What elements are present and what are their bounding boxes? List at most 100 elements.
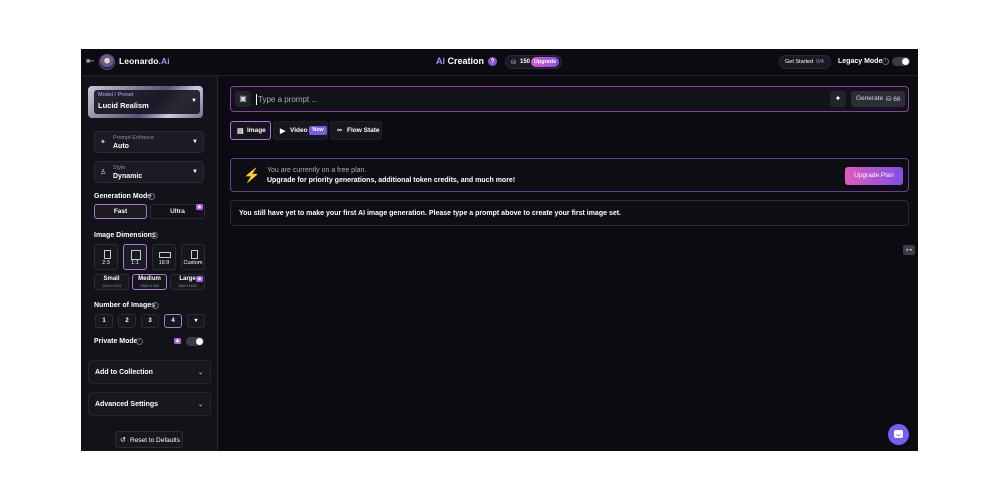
- private-mode-label: Private Mode: [94, 338, 138, 345]
- ratio-custom-button[interactable]: Custom: [181, 244, 205, 270]
- num-images-1[interactable]: 1: [95, 314, 113, 328]
- help-icon[interactable]: ?: [488, 57, 497, 66]
- tab-label: Flow State: [347, 127, 380, 134]
- image-upload-icon[interactable]: ▣: [235, 91, 251, 107]
- reset-icon: ↺: [120, 437, 126, 444]
- brand-logo[interactable]: Leonardo.Ai: [119, 56, 170, 66]
- info-icon[interactable]: i: [151, 232, 158, 239]
- support-chat-button[interactable]: [888, 424, 909, 445]
- reset-to-defaults-button[interactable]: ↺ Reset to Defaults: [115, 431, 183, 448]
- chevron-down-icon: ⌄: [197, 370, 203, 376]
- add-to-collection-label: Add to Collection: [95, 369, 153, 376]
- prompt-enhance-value: Auto: [113, 143, 129, 150]
- info-icon[interactable]: i: [882, 58, 889, 65]
- premium-gem-icon: ◆: [196, 204, 203, 210]
- empty-state-message: You still have yet to make your first AI…: [230, 200, 909, 226]
- upgrade-benefits: Upgrade for priority generations, additi…: [267, 177, 516, 184]
- style-select[interactable]: ♙ Style Dynamic ▼: [94, 161, 204, 183]
- chevron-down-icon: ▼: [192, 139, 198, 145]
- generation-mode-fast[interactable]: Fast: [94, 204, 147, 219]
- toggle-knob: [902, 58, 909, 65]
- brand-suffix: .Ai: [158, 56, 170, 66]
- ratio-16-9-button[interactable]: 16:9: [152, 244, 176, 270]
- private-mode-toggle[interactable]: [186, 337, 204, 346]
- size-dims: 1640×1640: [177, 284, 198, 288]
- prompt-enhance-label: Prompt Enhance: [113, 135, 154, 141]
- add-to-collection-accordion[interactable]: Add to Collection ⌄: [88, 360, 211, 384]
- video-icon: ▶: [280, 128, 286, 135]
- ratio-label: 1:1: [131, 260, 139, 266]
- upgrade-plan-button[interactable]: Upgrade Plan: [845, 167, 903, 185]
- legacy-mode-toggle[interactable]: [892, 57, 910, 66]
- info-icon[interactable]: i: [148, 193, 155, 200]
- size-name: Small: [103, 276, 120, 282]
- empty-state-text: You still have yet to make your first AI…: [239, 210, 622, 217]
- prompt-input[interactable]: [258, 93, 818, 105]
- tab-image[interactable]: ▤ Image: [230, 121, 271, 140]
- free-plan-banner: ⚡ You are currently on a free plan. Upgr…: [230, 158, 909, 192]
- ratio-label: 2:3: [102, 260, 110, 266]
- free-plan-notice: You are currently on a free plan.: [267, 167, 367, 174]
- info-icon[interactable]: i: [136, 338, 143, 345]
- prompt-enhance-select[interactable]: ✦ Prompt Enhance Auto ▼: [94, 131, 204, 153]
- new-badge: New: [309, 126, 327, 135]
- get-started-label: Get Started: [785, 59, 814, 65]
- generation-mode-label: Generation Mode: [94, 193, 152, 200]
- advanced-settings-label: Advanced Settings: [95, 401, 159, 408]
- size-dims: 1024×1024: [101, 284, 122, 288]
- app-window: ⇤ Leonardo.Ai Ai Creation ? ⛁ 150 Upgrad…: [81, 49, 918, 451]
- custom-ratio-icon: [191, 250, 198, 259]
- ratio-label: Custom: [183, 260, 203, 266]
- sidebar: Model / Preset Lucid Realism ▼ ✦ Prompt …: [81, 76, 218, 451]
- ratio-2-3-button[interactable]: 2:3: [94, 244, 118, 270]
- chevron-down-icon: ▼: [192, 169, 198, 175]
- tab-video[interactable]: ▶ Video New: [273, 121, 328, 140]
- reset-label: Reset to Defaults: [130, 437, 180, 444]
- size-small-button[interactable]: Small 1024×1024: [94, 274, 129, 290]
- page-title-prefix: Ai: [436, 56, 445, 66]
- size-medium-button[interactable]: Medium 1360×1360: [132, 274, 167, 290]
- legacy-mode-label: Legacy Mode: [838, 58, 883, 65]
- token-balance[interactable]: ⛁ 150 Upgrade: [505, 55, 562, 69]
- landscape-ratio-icon: [159, 252, 171, 258]
- chevron-down-icon: ⌄: [197, 402, 203, 408]
- size-dims: 1360×1360: [139, 284, 160, 288]
- avatar[interactable]: [99, 54, 115, 70]
- generate-button[interactable]: Generate ⛁ 66: [851, 91, 905, 107]
- advanced-settings-accordion[interactable]: Advanced Settings ⌄: [88, 392, 211, 416]
- image-icon: ▤: [237, 128, 244, 135]
- chevron-down-icon: ▼: [191, 98, 197, 104]
- collapse-sidebar-icon[interactable]: ⇤: [86, 56, 98, 68]
- get-started-button[interactable]: Get Started 0/4: [779, 55, 831, 69]
- tab-flow-state[interactable]: ∞ Flow State: [330, 121, 382, 140]
- model-preset-select[interactable]: Model / Preset Lucid Realism ▼: [88, 86, 203, 118]
- ratio-label: 16:9: [158, 260, 170, 266]
- model-preset-value: Lucid Realism: [98, 101, 149, 110]
- token-icon: ⛁: [511, 60, 517, 66]
- portrait-ratio-icon: [104, 250, 111, 259]
- premium-gem-icon: ◆: [196, 276, 203, 282]
- num-images-3[interactable]: 3: [141, 314, 159, 328]
- get-started-progress: 0/4: [816, 59, 824, 65]
- link-icon: ∞: [337, 127, 342, 134]
- info-icon[interactable]: i: [152, 302, 159, 309]
- token-count: 150: [520, 59, 531, 65]
- side-panel-toggle-icon[interactable]: ▸◂: [903, 245, 915, 255]
- num-images-more-button[interactable]: ▾: [187, 314, 205, 328]
- prompt-bar: ▣ ✦ Generate ⛁ 66: [230, 86, 909, 112]
- num-images-4[interactable]: 4: [164, 314, 182, 328]
- style-label: Style: [113, 165, 126, 171]
- model-preset-label: Model / Preset: [98, 92, 134, 98]
- brand-name: Leonardo: [119, 56, 159, 66]
- num-images-2[interactable]: 2: [118, 314, 136, 328]
- sparkle-icon: ✦: [100, 139, 106, 146]
- style-value: Dynamic: [113, 173, 143, 180]
- page-title: Ai Creation: [436, 56, 484, 66]
- square-ratio-icon: [131, 250, 141, 260]
- upgrade-button[interactable]: Upgrade: [531, 57, 559, 67]
- page-title-main: Creation: [445, 56, 485, 66]
- ratio-1-1-button[interactable]: 1:1: [123, 244, 147, 270]
- premium-gem-icon: ◆: [174, 338, 181, 344]
- palette-icon: ♙: [100, 169, 107, 176]
- prompt-enhance-icon[interactable]: ✦: [830, 91, 846, 107]
